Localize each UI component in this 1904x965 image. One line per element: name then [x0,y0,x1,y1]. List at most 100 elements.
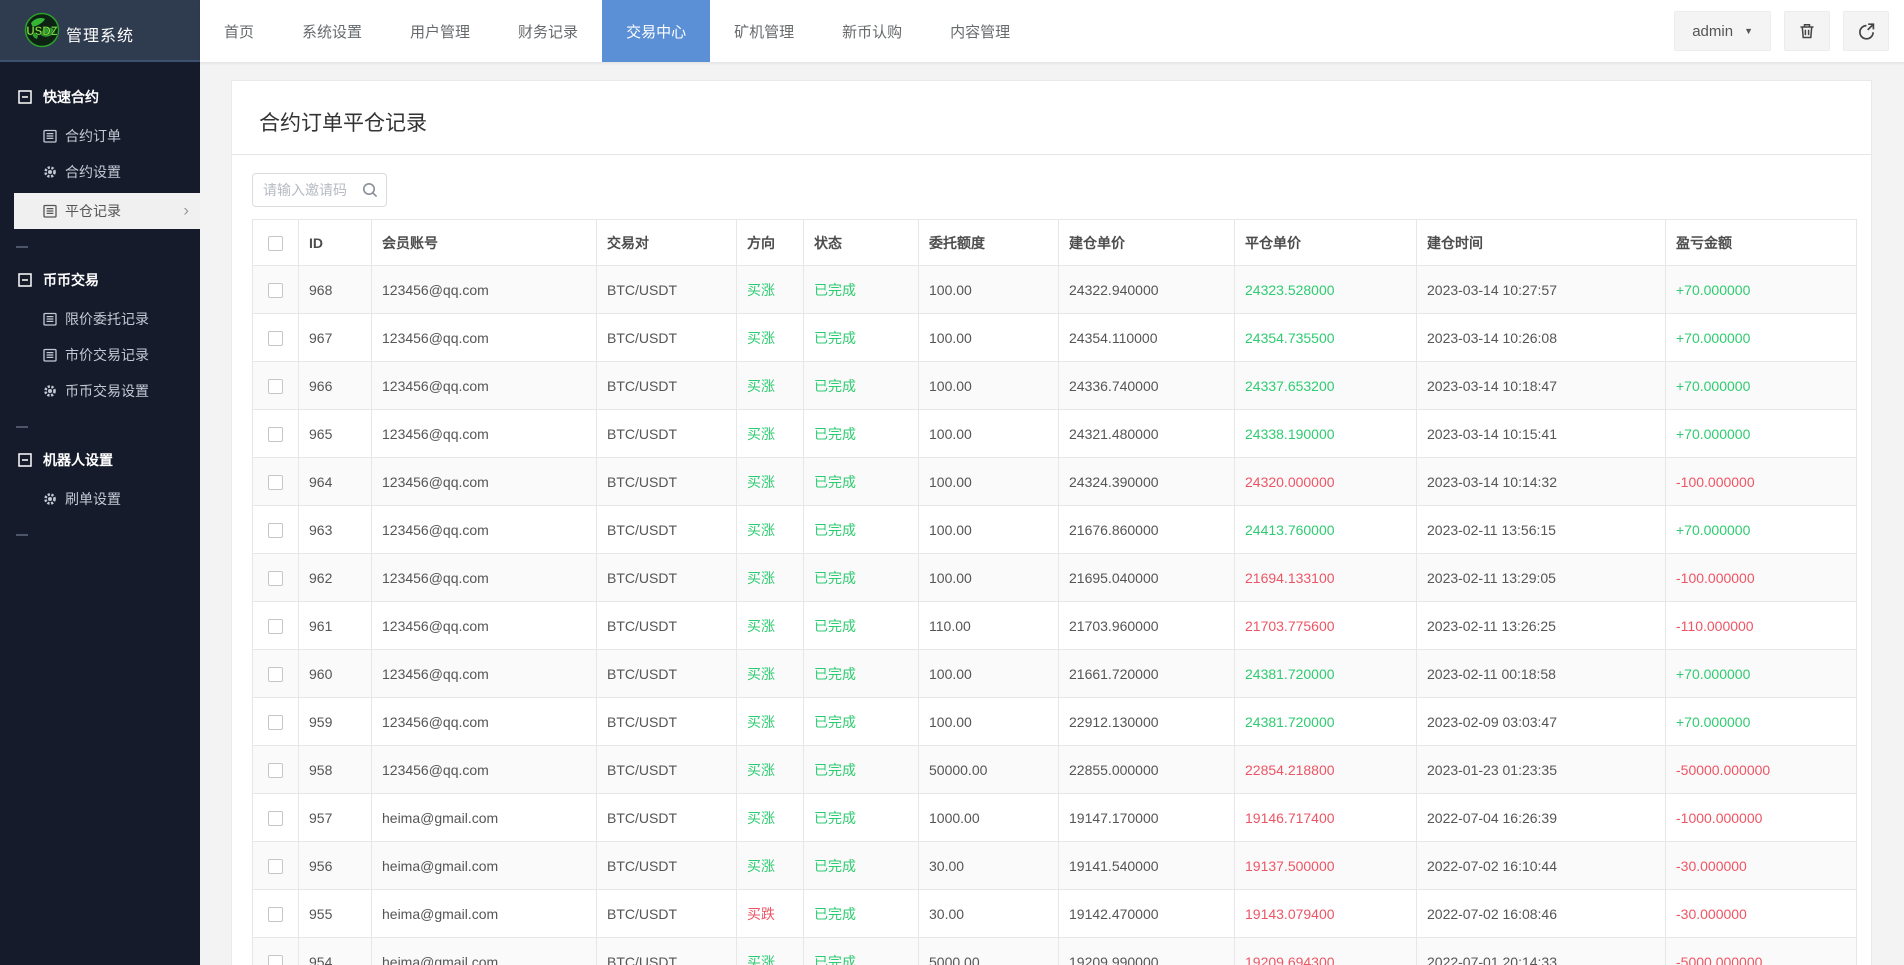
cell-open-price: 21703.960000 [1059,602,1235,650]
row-checkbox[interactable] [268,379,283,394]
row-checkbox[interactable] [268,523,283,538]
table-body: 968123456@qq.comBTC/USDT买涨已完成100.0024322… [253,266,1857,965]
cell-direction: 买涨 [737,938,804,965]
cell-select [253,794,299,842]
cell-select [253,554,299,602]
cell-direction: 买涨 [737,746,804,794]
logout-button[interactable] [1843,11,1889,51]
sidebar-item[interactable]: 平仓记录› [14,193,200,229]
top-nav-item[interactable]: 内容管理 [926,0,1034,62]
table-row: 963123456@qq.comBTC/USDT买涨已完成100.0021676… [253,506,1857,554]
collapse-icon [18,273,32,287]
sidebar-item[interactable]: 币币交易设置 [0,373,200,409]
row-checkbox[interactable] [268,667,283,682]
trash-button[interactable] [1784,11,1830,51]
sidebar-item[interactable]: 市价交易记录 [0,337,200,373]
top-nav-item[interactable]: 用户管理 [386,0,494,62]
top-nav-item[interactable]: 新币认购 [818,0,926,62]
cell-account: 123456@qq.com [372,698,597,746]
cell-direction: 买涨 [737,266,804,314]
search-icon[interactable] [361,181,379,199]
cell-close-price: 24320.000000 [1235,458,1417,506]
row-checkbox[interactable] [268,331,283,346]
cell-select [253,698,299,746]
cell-pair: BTC/USDT [597,266,737,314]
row-checkbox[interactable] [268,811,283,826]
top-nav-item[interactable]: 财务记录 [494,0,602,62]
cell-select [253,266,299,314]
top-nav-item[interactable]: 矿机管理 [710,0,818,62]
row-checkbox[interactable] [268,475,283,490]
cell-close-price: 19209.694300 [1235,938,1417,965]
cell-close-price: 24381.720000 [1235,698,1417,746]
row-checkbox[interactable] [268,763,283,778]
cell-open-time: 2023-02-11 13:56:15 [1417,506,1666,554]
table-row: 955heima@gmail.comBTC/USDT买跌已完成30.001914… [253,890,1857,938]
cell-open-time: 2023-03-14 10:14:32 [1417,458,1666,506]
cell-select [253,458,299,506]
card-body: ID会员账号交易对方向状态委托额度建仓单价平仓单价建仓时间盈亏金额 968123… [232,155,1871,965]
cell-close-price: 24354.735500 [1235,314,1417,362]
cell-amount: 5000.00 [919,938,1059,965]
list-icon [43,348,57,362]
sidebar-section-title[interactable]: 快速合约 [0,76,200,118]
gear-icon [43,165,57,179]
sidebar-item-label: 平仓记录 [65,201,121,221]
cell-open-price: 19147.170000 [1059,794,1235,842]
row-checkbox[interactable] [268,283,283,298]
sidebar-item[interactable]: 合约订单 [0,118,200,154]
cell-status: 已完成 [804,746,919,794]
row-checkbox[interactable] [268,427,283,442]
cell-open-time: 2023-03-14 10:26:08 [1417,314,1666,362]
cell-id: 966 [299,362,372,410]
cell-profit: -30.000000 [1666,842,1857,890]
logout-icon [1857,22,1876,41]
row-checkbox[interactable] [268,955,283,965]
cell-direction: 买涨 [737,842,804,890]
top-nav-item[interactable]: 交易中心 [602,0,710,62]
cell-id: 959 [299,698,372,746]
cell-status: 已完成 [804,650,919,698]
cell-direction: 买涨 [737,650,804,698]
table-row: 962123456@qq.comBTC/USDT买涨已完成100.0021695… [253,554,1857,602]
cell-amount: 30.00 [919,890,1059,938]
sidebar-item[interactable]: 刷单设置 [0,481,200,517]
cell-amount: 100.00 [919,410,1059,458]
cell-open-price: 24336.740000 [1059,362,1235,410]
row-checkbox[interactable] [268,619,283,634]
cell-profit: +70.000000 [1666,266,1857,314]
cell-amount: 100.00 [919,458,1059,506]
cell-id: 956 [299,842,372,890]
sidebar-section-title[interactable]: 币币交易 [0,259,200,301]
cell-pair: BTC/USDT [597,362,737,410]
cell-direction: 买涨 [737,314,804,362]
table-row: 967123456@qq.comBTC/USDT买涨已完成100.0024354… [253,314,1857,362]
cell-select [253,842,299,890]
row-checkbox[interactable] [268,859,283,874]
cell-status: 已完成 [804,794,919,842]
cell-open-price: 21695.040000 [1059,554,1235,602]
cell-open-time: 2023-03-14 10:27:57 [1417,266,1666,314]
cell-pair: BTC/USDT [597,314,737,362]
sidebar-item[interactable]: 限价委托记录 [0,301,200,337]
cell-direction: 买涨 [737,794,804,842]
cell-amount: 110.00 [919,602,1059,650]
row-checkbox[interactable] [268,715,283,730]
top-nav-item[interactable]: 首页 [200,0,278,62]
cell-close-price: 21694.133100 [1235,554,1417,602]
cell-direction: 买涨 [737,458,804,506]
sidebar-item[interactable]: 合约设置 [0,154,200,190]
select-all-checkbox[interactable] [268,236,283,251]
section-divider [16,534,28,536]
cell-open-time: 2022-07-02 16:08:46 [1417,890,1666,938]
cell-amount: 50000.00 [919,746,1059,794]
cell-amount: 100.00 [919,554,1059,602]
cell-amount: 1000.00 [919,794,1059,842]
top-nav-item[interactable]: 系统设置 [278,0,386,62]
row-checkbox[interactable] [268,907,283,922]
admin-user-dropdown[interactable]: admin ▼ [1674,11,1771,51]
app-title: 管理系统 [66,22,134,46]
row-checkbox[interactable] [268,571,283,586]
cell-account: 123456@qq.com [372,410,597,458]
sidebar-section-title[interactable]: 机器人设置 [0,439,200,481]
